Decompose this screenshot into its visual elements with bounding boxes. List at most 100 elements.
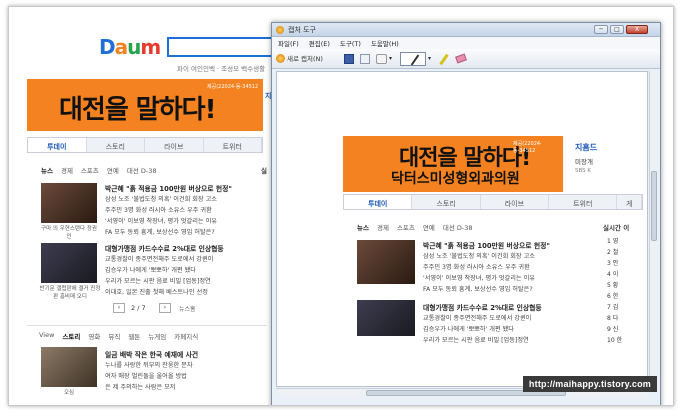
daum-logo[interactable]: Daum [99, 35, 161, 59]
scissors-icon [276, 26, 284, 34]
story-headline[interactable]: 일금 배박 작은 한국 예재에 사건 [105, 349, 198, 359]
captured-side-sub2: SBS K [575, 168, 592, 174]
window-titlebar[interactable]: 캡처 도구 ─ □ X [272, 23, 660, 37]
rank-item: 7 김 [607, 304, 619, 311]
pen-tool-button[interactable] [400, 52, 426, 66]
news-thumb-2[interactable] [41, 243, 97, 283]
tab-today[interactable]: 투데이 [28, 138, 87, 152]
captured-item: FA 모두 동뢰 흥계, 보상선수 영입 허탈은? [423, 286, 533, 293]
nav-webtoon[interactable]: 웹툰 [128, 331, 140, 341]
captured-tab-story: 스토리 [412, 195, 481, 209]
story-item[interactable]: 은 제 주의하는 사람은 모저 [105, 382, 193, 393]
pager-prev-button[interactable]: ‹ [113, 303, 125, 313]
nav-view[interactable]: View [39, 331, 54, 341]
news-caption-1[interactable]: 구마 의 우현스탠다 정권인 [41, 225, 97, 241]
captured-tab-twitter: 트위터 [549, 195, 618, 209]
maximize-button[interactable]: □ [610, 25, 624, 34]
rank-item: 2 철 [607, 249, 619, 256]
banner-headline: 대전을 말하다! [59, 95, 216, 125]
captured-side-sub: 미장개 [575, 158, 593, 166]
nav-election[interactable]: 대선 D-38 [127, 165, 157, 175]
captured-item: 교통경찰이 종주면전해주 도로에서 강퀸이 [423, 315, 532, 322]
close-button[interactable]: X [626, 25, 648, 34]
banner-small: 제공(22024-동-34512 [207, 84, 259, 90]
search-input[interactable] [167, 37, 277, 57]
menu-bar: 파일(F) 편집(E) 도구(T) 도움말(H) [272, 37, 660, 49]
story-item[interactable]: 누나를 사랑한 뒤부의 잔웅한 문자 [105, 360, 193, 371]
rank-item: 5 황 [607, 282, 619, 289]
news-list-2: 교통경찰이 종주면전해주 도로에서 강퀸이 김승우가 나에게 '뽀뽀하' 개편 … [105, 254, 213, 298]
captured-item: 삼성 노조 '불법도청 의혹' 이건희 회장 고소 [423, 253, 535, 260]
news-item[interactable]: 주주민 3명 화성 러시아 소유스 우주 귀환 [105, 205, 217, 216]
news-caption-2[interactable]: 반기문 갤럽판에 결거 진정판 흥비매 오디 [39, 285, 101, 301]
pager-next-button[interactable]: › [159, 303, 171, 313]
nav-cafe[interactable]: 카페지식 [174, 331, 198, 341]
email-icon[interactable] [376, 54, 387, 64]
news-item[interactable]: 교통경찰이 종주면전해주 도로에서 강퀸이 [105, 254, 213, 265]
window-title: 캡처 도구 [288, 26, 316, 34]
new-capture-button[interactable]: 새로 캡처(N) [276, 53, 323, 63]
story-list: 누나를 사랑한 뒤부의 잔웅한 문자 여자 매장 벌린돌을 울어올 방법 은 제… [105, 360, 193, 393]
tab-twitter[interactable]: 트위터 [204, 138, 262, 152]
vertical-scroll-thumb[interactable] [651, 171, 657, 241]
captured-banner-sub: 닥터스미성형외과의원 [391, 171, 520, 187]
news-item[interactable]: '서영이' 이보영 착장녀, 평가 엇갈리는 이유 [105, 216, 217, 227]
email-dropdown-icon[interactable]: ▾ [389, 55, 392, 62]
eraser-icon[interactable] [455, 53, 467, 64]
story-thumb[interactable] [41, 347, 97, 387]
captured-tab-more: 게 [617, 195, 643, 209]
news-item[interactable]: 삼성 노조 '불법도청 의혹' 이건희 회장 고소 [105, 194, 217, 205]
tab-story[interactable]: 스토리 [87, 138, 145, 152]
news-item[interactable]: 우리가 모르는 시판 음료 비밀 [업동]정연 [105, 276, 213, 287]
pen-dropdown-icon[interactable]: ▾ [428, 55, 431, 62]
captured-tab-today: 투데이 [344, 195, 413, 209]
tab-live[interactable]: 라이브 [145, 138, 204, 152]
story-caption[interactable]: 오심 [41, 389, 97, 397]
nav-sports[interactable]: 스포츠 [81, 165, 99, 175]
nav-news[interactable]: 뉴스 [41, 165, 53, 175]
captured-side-title: 지홈드 [575, 143, 598, 152]
captured-tab-live: 라이브 [481, 195, 550, 209]
highlighter-icon[interactable] [439, 53, 449, 66]
captured-nav-sports: 스포츠 [396, 224, 415, 232]
news-thumb-1[interactable] [41, 183, 97, 223]
rank-item: 1 영 [607, 238, 619, 245]
copy-icon[interactable] [360, 54, 370, 64]
news-nav: 뉴스 경제 스포츠 연예 대선 D-38 [41, 165, 157, 175]
nav-game[interactable]: 뉴게임 [148, 331, 166, 341]
news-item[interactable]: FA 모두 동뢰 흥계, 보상선수 영입 허탈은? [105, 227, 217, 238]
capture-canvas: 대전을 말하다! 닥터스미성형외과의원 제공(22024-동-34512 지홈드… [276, 71, 648, 387]
nav-story[interactable]: 스토리 [62, 331, 80, 341]
news-headline-1[interactable]: 박근혜 "흙 적용금 100만원 버상으로 헌정" [105, 183, 232, 193]
pen-icon [410, 54, 420, 66]
news-headline-2[interactable]: 대형가맹점 카드수수료 2%대로 인상협둥 [105, 243, 224, 253]
nav-economy[interactable]: 경제 [61, 165, 73, 175]
save-icon[interactable] [344, 54, 354, 64]
captured-news-nav: 뉴스 경제 스포츠 연예 대선 D-38 [357, 222, 473, 232]
rank-item: 9 신 [607, 326, 619, 333]
news-home-link[interactable]: 뉴스홈 [179, 304, 196, 313]
search-sublinks[interactable]: 파이 여인인벡 · 조성모 백수생활 [177, 63, 265, 73]
nav-music[interactable]: 뮤직 [108, 331, 120, 341]
story-item[interactable]: 여자 매장 벌린돌을 울어올 방법 [105, 371, 193, 382]
nav-entertainment[interactable]: 연예 [107, 165, 119, 175]
vertical-scrollbar[interactable] [649, 71, 658, 387]
ad-banner[interactable]: 대전을 말하다! 제공(22024-동-34512 [27, 79, 263, 131]
rank-item: 10 한 [607, 337, 623, 344]
menu-tools[interactable]: 도구(T) [340, 38, 361, 48]
captured-rank-title: 실시간 이 [603, 224, 630, 232]
new-capture-label: 새로 캡처(N) [287, 55, 323, 63]
menu-help[interactable]: 도움말(H) [371, 38, 399, 48]
captured-banner-small: 제공(22024-동-34512 [513, 141, 542, 154]
news-item[interactable]: 김승우가 나에게 '뽀뽀하' 개편 됐다 [105, 265, 213, 276]
pager-count: 2 / 7 [131, 304, 146, 312]
minimize-button[interactable]: ─ [594, 25, 608, 34]
captured-item: '서영이' 이보영 착장녀, 평가 엇갈리는 이유 [423, 275, 535, 282]
menu-edit[interactable]: 편집(E) [309, 38, 330, 48]
news-list-1: 삼성 노조 '불법도청 의혹' 이건희 회장 고소 주주민 3명 화성 러시아 … [105, 194, 217, 238]
menu-file[interactable]: 파일(F) [278, 38, 299, 48]
news-item[interactable]: 이대호, 일본 진출 첫해 베스트나인 선정 [105, 287, 213, 298]
captured-headline-2: 대형가맹점 카드수수료 2%대로 인상협둥 [423, 304, 542, 312]
story-nav: View 스토리 영화 뮤직 웹툰 뉴게임 카페지식 [39, 331, 198, 341]
nav-movie[interactable]: 영화 [88, 331, 100, 341]
